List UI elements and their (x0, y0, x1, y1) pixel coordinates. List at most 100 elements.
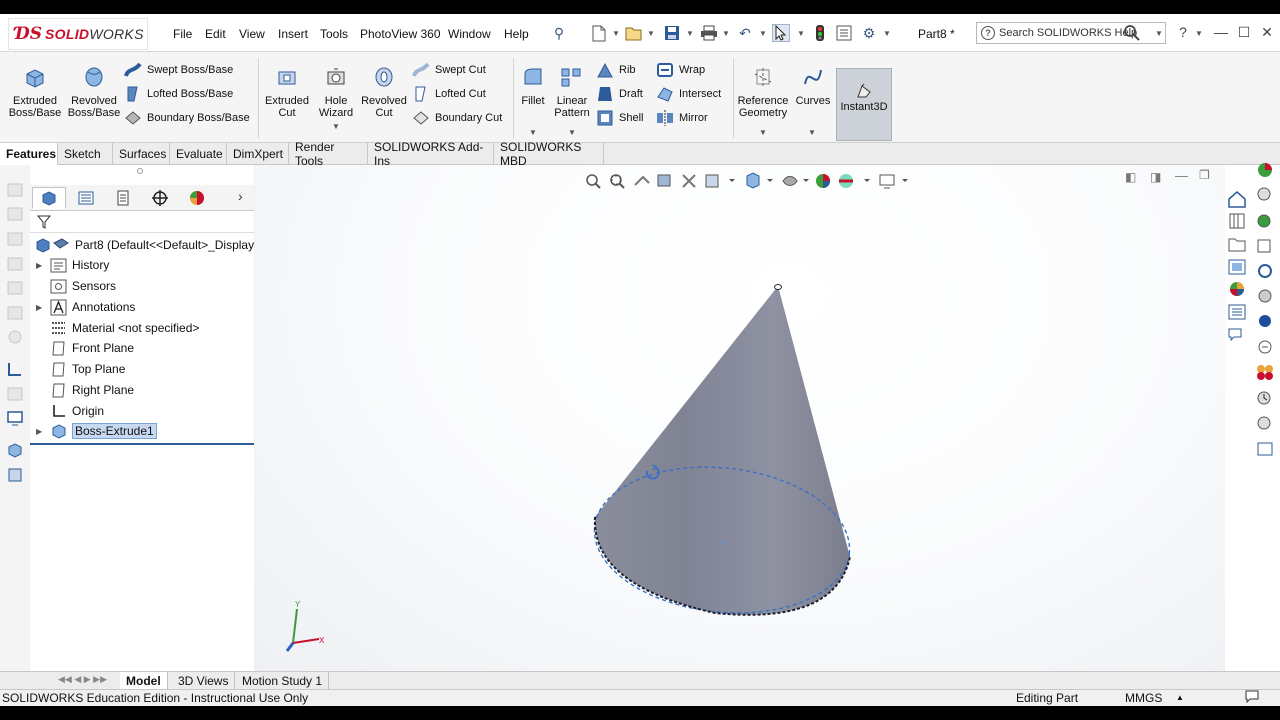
curves-dropdown-icon[interactable]: ▼ (808, 128, 816, 137)
file-explorer-icon[interactable] (1227, 235, 1247, 253)
displaymanager-tab-icon[interactable] (180, 187, 214, 209)
recall-render-icon[interactable] (1255, 414, 1275, 432)
boundary-boss-button[interactable]: Boundary Boss/Base (124, 108, 250, 128)
swept-cut-button[interactable]: Swept Cut (412, 60, 486, 80)
tree-item-boss-extrude1[interactable]: ▶ Boss-Extrude1 (36, 421, 157, 441)
expand-arrow-icon[interactable]: ▶ (36, 261, 46, 270)
print-dropdown-icon[interactable]: ▼ (722, 29, 730, 38)
tree-item-origin[interactable]: Origin (50, 401, 104, 421)
search-dropdown-icon[interactable]: ▼ (1155, 29, 1163, 38)
file-properties-icon[interactable] (835, 24, 853, 42)
search-icon[interactable] (1123, 24, 1141, 45)
tab-render-tools[interactable]: Render Tools (289, 140, 368, 168)
open-folder-icon[interactable] (625, 24, 643, 42)
design-library-icon[interactable] (1227, 212, 1247, 230)
minimize-button[interactable]: — (1210, 22, 1232, 42)
menu-view[interactable]: View (239, 27, 265, 41)
scene-icon[interactable] (1255, 262, 1275, 280)
decal-icon[interactable] (1255, 287, 1275, 305)
reference-geometry-dropdown-icon[interactable]: ▼ (759, 128, 767, 137)
tree-root-part[interactable]: Part8 (Default<<Default>_Display S (34, 235, 265, 255)
new-document-icon[interactable] (590, 24, 608, 42)
select-dropdown-icon[interactable]: ▼ (797, 29, 805, 38)
boundary-cut-button[interactable]: Boundary Cut (412, 108, 502, 128)
revolved-cut-button[interactable]: Revolved Cut (361, 66, 407, 119)
options-dropdown-icon[interactable]: ▼ (883, 29, 891, 38)
unit-system-selector[interactable]: MMGS (1125, 691, 1162, 705)
curves-button[interactable]: Curves (794, 66, 832, 107)
pin-icon[interactable]: ⚲ (550, 24, 568, 42)
edit-appearance-icon[interactable] (1255, 185, 1275, 203)
tab-solidworks-addins[interactable]: SOLIDWORKS Add-Ins (368, 140, 494, 168)
extruded-boss-button[interactable]: Extruded Boss/Base (8, 66, 62, 119)
menu-photoview[interactable]: PhotoView 360 (360, 27, 441, 41)
copy-appearance-icon[interactable] (1255, 212, 1275, 230)
print-icon[interactable] (700, 24, 718, 42)
fillet-button[interactable]: Fillet (518, 66, 548, 107)
chevron-right-icon[interactable]: › (238, 188, 243, 204)
view-palette-icon[interactable] (1227, 258, 1247, 276)
final-render-icon[interactable] (1255, 363, 1275, 381)
mirror-button[interactable]: Mirror (656, 108, 708, 128)
dimxpertmanager-tab-icon[interactable] (143, 187, 177, 209)
menu-file[interactable]: File (173, 27, 192, 41)
tree-item-front-plane[interactable]: Front Plane (50, 338, 134, 358)
draft-button[interactable]: Draft (596, 84, 643, 104)
undo-icon[interactable]: ↶ (736, 24, 754, 42)
help-dropdown-icon[interactable]: ▼ (1195, 29, 1203, 38)
tab-motion-study-1[interactable]: Motion Study 1 (236, 672, 330, 690)
options-gear-icon[interactable]: ⚙ (860, 24, 878, 42)
menu-help[interactable]: Help (504, 27, 529, 41)
rib-button[interactable]: Rib (596, 60, 636, 80)
tree-item-annotations[interactable]: ▶ Annotations (36, 297, 135, 317)
maximize-button[interactable]: ☐ (1233, 22, 1255, 42)
screen-icon[interactable] (6, 410, 24, 426)
units-dropdown-icon[interactable]: ▲ (1176, 693, 1184, 702)
menu-tools[interactable]: Tools (320, 27, 348, 41)
appearance-ball-icon[interactable] (1255, 161, 1275, 179)
cone-model[interactable] (255, 165, 1225, 687)
expand-arrow-icon[interactable]: ▶ (36, 427, 46, 436)
wrap-button[interactable]: Wrap (656, 60, 705, 80)
render-preview-icon[interactable] (1255, 312, 1275, 330)
tab-sketch[interactable]: Sketch (58, 143, 113, 165)
tree-item-right-plane[interactable]: Right Plane (50, 380, 134, 400)
undo-dropdown-icon[interactable]: ▼ (759, 29, 767, 38)
search-input[interactable]: Search SOLIDWORKS Help (999, 27, 1137, 39)
instant3d-button[interactable]: Instant3D (836, 68, 892, 141)
filter-icon[interactable] (36, 214, 52, 230)
close-button[interactable]: ✕ (1256, 22, 1278, 42)
expand-arrow-icon[interactable]: ▶ (36, 303, 46, 312)
menu-window[interactable]: Window (448, 27, 491, 41)
rollback-bar[interactable] (30, 443, 254, 445)
tab-surfaces[interactable]: Surfaces (113, 143, 170, 165)
tree-item-top-plane[interactable]: Top Plane (50, 359, 125, 379)
tab-3d-views[interactable]: 3D Views (172, 672, 236, 690)
swept-boss-button[interactable]: Swept Boss/Base (124, 60, 233, 80)
pattern-dropdown-icon[interactable]: ▼ (568, 128, 576, 137)
tab-solidworks-mbd[interactable]: SOLIDWORKS MBD (494, 140, 604, 168)
search-help-box[interactable]: ? Search SOLIDWORKS Help ▼ (976, 22, 1166, 44)
panel-splitter-handle[interactable] (137, 168, 143, 174)
configurationmanager-tab-icon[interactable] (106, 187, 140, 209)
tree-item-history[interactable]: ▶ History (36, 255, 109, 275)
hole-wizard-button[interactable]: Hole Wizard ▼ (313, 66, 359, 133)
sketch-icon[interactable] (6, 361, 24, 377)
fillet-dropdown-icon[interactable]: ▼ (529, 128, 537, 137)
save-dropdown-icon[interactable]: ▼ (686, 29, 694, 38)
part-properties-icon[interactable] (6, 467, 24, 483)
home-icon[interactable] (1227, 190, 1247, 208)
render-region-icon[interactable] (1255, 338, 1275, 356)
select-cursor-icon[interactable] (772, 24, 790, 42)
tab-evaluate[interactable]: Evaluate (170, 143, 227, 165)
solidworks-logo[interactable]: ƊS SOLIDWORKS (8, 18, 148, 50)
tab-model[interactable]: Model (120, 672, 168, 690)
menu-edit[interactable]: Edit (205, 27, 226, 41)
shell-button[interactable]: Shell (596, 108, 643, 128)
forum-icon[interactable] (1227, 326, 1247, 344)
tab-features[interactable]: Features (0, 143, 58, 165)
intersect-button[interactable]: Intersect (656, 84, 721, 104)
reference-geometry-button[interactable]: Reference Geometry (736, 66, 790, 119)
linear-pattern-button[interactable]: Linear Pattern (552, 66, 592, 119)
schedule-render-icon[interactable] (1255, 389, 1275, 407)
